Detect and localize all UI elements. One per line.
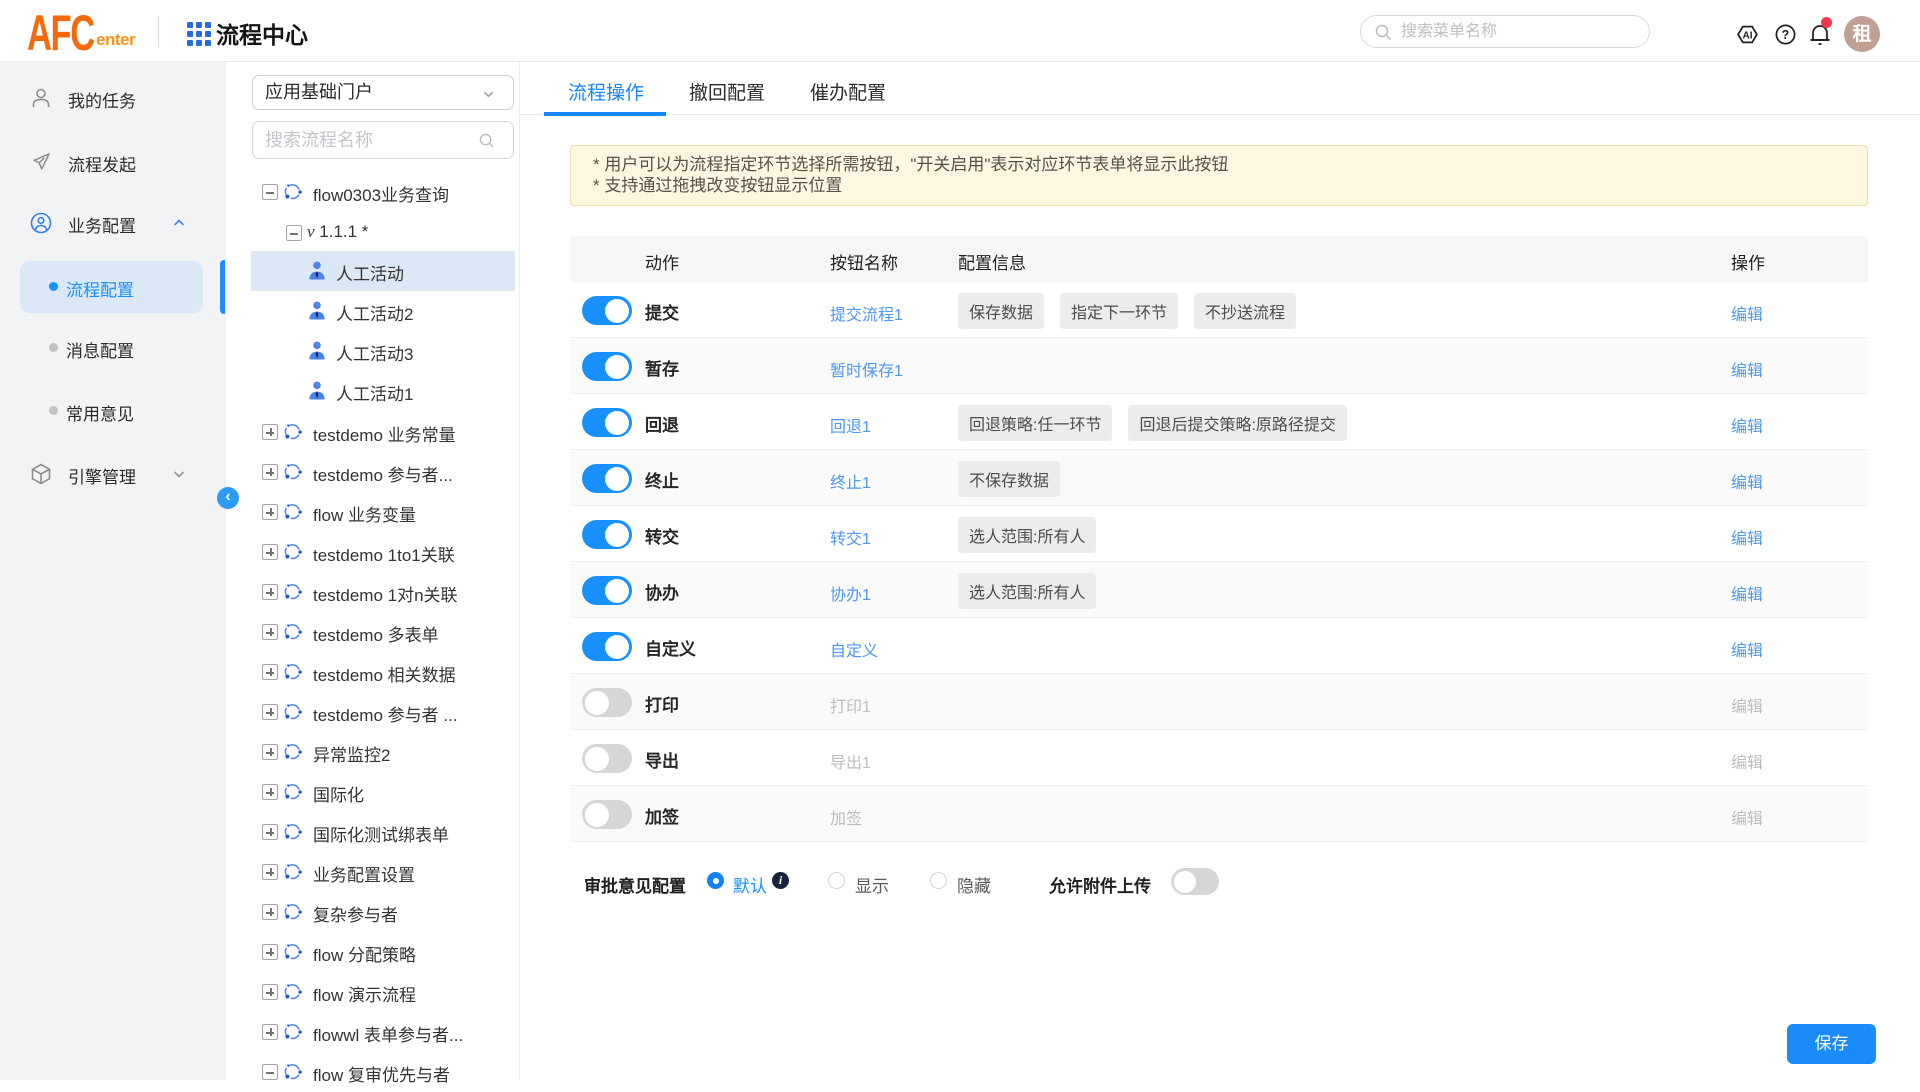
- svg-text:AI: AI: [1742, 30, 1752, 41]
- svg-text:?: ?: [1782, 28, 1790, 42]
